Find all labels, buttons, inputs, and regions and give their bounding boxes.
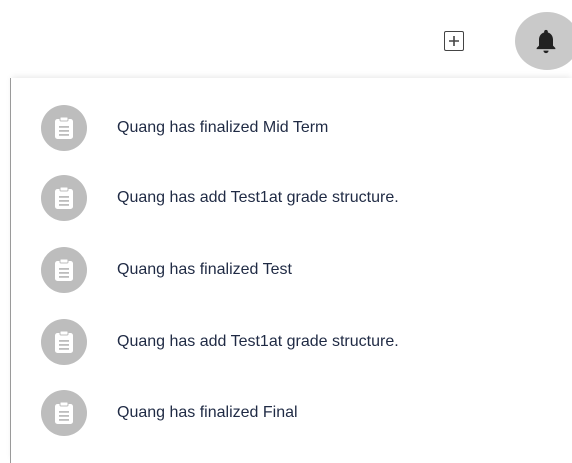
notification-item[interactable]: Quang has add Test1at grade structure. — [11, 312, 571, 372]
plus-icon — [449, 36, 459, 46]
notification-item[interactable]: Quang has finalized Mid Term — [11, 98, 571, 158]
notification-text: Quang has finalized Final — [117, 404, 298, 421]
add-button[interactable] — [444, 31, 464, 51]
clipboard-icon — [55, 258, 73, 281]
notification-item[interactable]: Quang has finalized Test — [11, 240, 571, 300]
notification-avatar — [41, 247, 87, 293]
top-bar — [0, 0, 572, 78]
notification-avatar — [41, 105, 87, 151]
notification-avatar — [41, 319, 87, 365]
clipboard-icon — [55, 330, 73, 353]
clipboard-icon — [55, 401, 73, 424]
notification-avatar — [41, 175, 87, 221]
bell-icon — [536, 29, 556, 54]
notification-item[interactable]: Quang has finalized Final — [11, 383, 571, 443]
notification-text: Quang has add Test1at grade structure. — [117, 189, 399, 206]
notifications-button[interactable] — [515, 12, 572, 70]
notification-text: Quang has finalized Test — [117, 261, 292, 278]
notification-text: Quang has finalized Mid Term — [117, 119, 329, 136]
notification-text: Quang has add Test1at grade structure. — [117, 333, 399, 350]
clipboard-icon — [55, 186, 73, 209]
notifications-panel: Quang has finalized Mid Term Quang has a… — [10, 78, 572, 463]
notification-avatar — [41, 390, 87, 436]
notification-item[interactable]: Quang has add Test1at grade structure. — [11, 168, 571, 228]
clipboard-icon — [55, 116, 73, 139]
